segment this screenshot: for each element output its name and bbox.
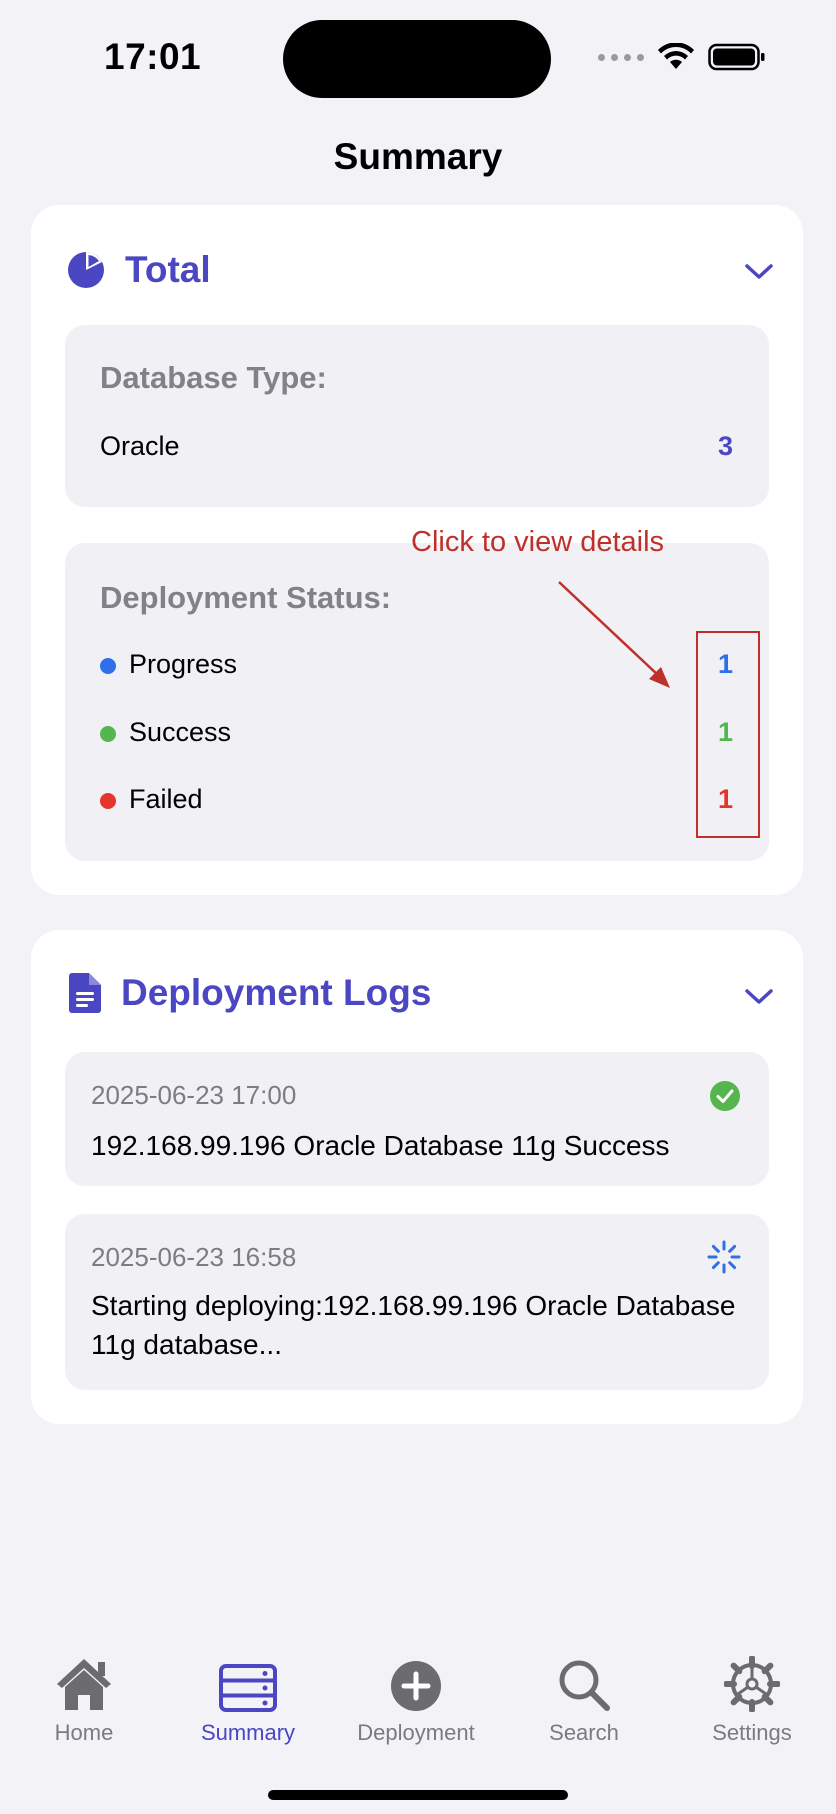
status-progress-label: Progress	[129, 649, 238, 679]
page-title: Summary	[333, 136, 503, 177]
annotation-text: Click to view details	[411, 526, 665, 558]
tab-settings-label: Settings	[712, 1720, 792, 1745]
status-failed-label: Failed	[129, 784, 203, 814]
total-card-title: Total	[125, 249, 211, 290]
deployment-status-label: Deployment Status:	[100, 580, 392, 615]
log-timestamp: 2025-06-23 17:00	[91, 1080, 297, 1110]
log-entry[interactable]: 2025-06-23 17:00 192.168.99.196 Oracle D…	[65, 1052, 769, 1186]
tab-home[interactable]: Home	[0, 1648, 168, 1746]
tab-settings[interactable]: Settings	[668, 1648, 836, 1746]
dynamic-island	[283, 20, 551, 98]
wifi-icon	[658, 43, 694, 69]
status-time: 17:01	[104, 36, 202, 77]
annotation-highlight-box	[696, 631, 760, 838]
success-dot	[100, 726, 116, 742]
database-type-panel: Database Type: Oracle 3	[65, 325, 769, 507]
tab-deployment-label: Deployment	[357, 1720, 475, 1745]
gear-icon	[724, 1656, 780, 1712]
log-timestamp: 2025-06-23 16:58	[91, 1242, 297, 1272]
success-check-icon	[710, 1081, 740, 1111]
document-icon	[69, 973, 101, 1013]
search-icon	[559, 1660, 610, 1711]
home-icon	[57, 1659, 111, 1710]
tab-deployment[interactable]: Deployment	[332, 1648, 500, 1746]
failed-dot	[100, 793, 116, 809]
cellular-signal-icon	[598, 53, 644, 61]
tab-home-label: Home	[54, 1720, 114, 1745]
deployment-logs-card: Deployment Logs 2025-06-23 17:00 192.168…	[31, 930, 803, 1424]
progress-dot	[100, 658, 116, 674]
tab-search-label: Search	[549, 1720, 619, 1745]
database-type-count[interactable]: 3	[718, 431, 733, 462]
status-icons	[598, 42, 766, 72]
logs-card-header[interactable]: Deployment Logs	[69, 972, 431, 1014]
home-indicator	[268, 1790, 568, 1800]
annotation-arrow	[558, 581, 670, 688]
tab-summary-label: Summary	[200, 1720, 296, 1745]
status-success-label: Success	[129, 717, 232, 747]
summary-icon	[219, 1664, 277, 1712]
loading-spinner-icon	[707, 1240, 741, 1274]
database-type-label: Database Type:	[100, 360, 327, 395]
chevron-down-icon[interactable]	[745, 263, 773, 281]
tab-search[interactable]: Search	[500, 1648, 668, 1746]
total-card-header[interactable]: Total	[67, 249, 211, 291]
add-circle-icon	[391, 1661, 441, 1711]
logs-card-title: Deployment Logs	[121, 972, 432, 1013]
chevron-down-icon[interactable]	[745, 988, 773, 1006]
log-message: 192.168.99.196 Oracle Database 11g Succe…	[91, 1130, 670, 1161]
database-type-name: Oracle	[100, 431, 180, 461]
tab-summary[interactable]: Summary	[164, 1648, 332, 1746]
log-message: Starting deploying:192.168.99.196 Oracle…	[91, 1290, 736, 1360]
pie-chart-icon	[68, 252, 104, 288]
log-entry[interactable]: 2025-06-23 16:58 Starting deploying:192.…	[65, 1214, 769, 1390]
battery-icon	[708, 43, 765, 71]
